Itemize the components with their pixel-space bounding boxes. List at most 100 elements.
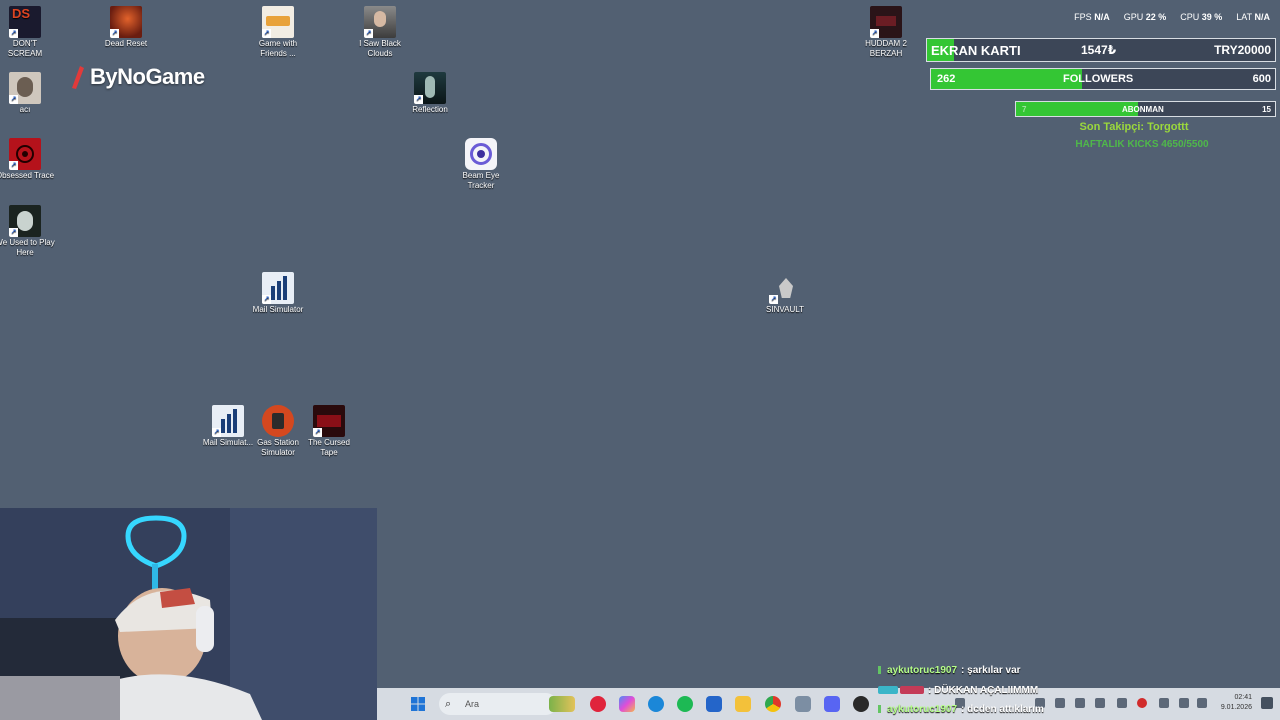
- huddam-icon: ↗: [870, 6, 902, 38]
- clock-date: 9.01.2026: [1220, 704, 1252, 711]
- cpu-stat: CPU 39 %: [1180, 12, 1223, 22]
- desktop-icon-cursed-tape[interactable]: ↗ The Cursed Tape: [299, 405, 359, 458]
- desktop-icon-label: Game with Friends ...: [258, 39, 298, 58]
- microphone-icon[interactable]: [1159, 698, 1169, 708]
- lat-stat: LAT N/A: [1236, 12, 1270, 22]
- logo-text: ByNoGame: [90, 64, 205, 89]
- chat-message: : DÜKKAN AÇALIIMMM: [878, 681, 1038, 699]
- desktop-icon-label: Mail Simulator: [252, 305, 304, 314]
- taskbar-clock[interactable]: 02:41 9.01.2026: [1221, 693, 1252, 713]
- desktop-icon-dead-reset[interactable]: ↗ Dead Reset: [96, 6, 156, 49]
- desktop-icon-reflection[interactable]: ↗ Reflection: [400, 72, 460, 115]
- desktop-icon-label: Obsessed Trace: [0, 171, 55, 180]
- tray-app-icon[interactable]: [1117, 698, 1127, 708]
- desktop-icon-label: Gas Station Simulator: [257, 438, 299, 457]
- desktop-icon-label: acı: [19, 105, 31, 114]
- desktop-icon-label: Beam Eye Tracker: [462, 171, 500, 190]
- desktop-icon-beam-eye-tracker[interactable]: Beam Eye Tracker: [451, 138, 511, 191]
- taskbar-search-box[interactable]: ⌕ Ara: [439, 693, 557, 715]
- desktop-icon-we-used-to-play-here[interactable]: ↗ We Used to Play Here: [0, 205, 55, 258]
- webcam-feed: [0, 508, 377, 720]
- chat-indicator: [878, 705, 881, 713]
- desktop-icon-label: I Saw Black Clouds: [359, 39, 401, 58]
- fps-stat: FPS N/A: [1074, 12, 1110, 22]
- chat-redacted-username: [900, 686, 924, 694]
- edge-icon[interactable]: [648, 696, 664, 712]
- mail-simulator-icon: ↗: [212, 405, 244, 437]
- desktop-icon-huddam[interactable]: ↗ HUDDAM 2 BERZAH: [856, 6, 916, 59]
- search-icon: ⌕: [445, 697, 452, 710]
- spotify-icon[interactable]: [677, 696, 693, 712]
- chat-indicator: [878, 666, 881, 674]
- copilot-icon[interactable]: [619, 696, 635, 712]
- last-follower-text: Son Takipçi: Torgottt: [1079, 121, 1189, 133]
- desktop-icon-label: Reflection: [412, 105, 448, 114]
- reflection-icon: ↗: [414, 72, 446, 104]
- followers-goal-bar: 262 FOLLOWERS 600: [930, 68, 1276, 90]
- aci-icon: ↗: [9, 72, 41, 104]
- chat-username: aykutoruc1907: [887, 664, 958, 676]
- abonman-title: ABONMAN: [1122, 104, 1164, 114]
- desktop-icon-label: HUDDAM 2 BERZAH: [865, 39, 907, 58]
- followers-title: FOLLOWERS: [1063, 73, 1134, 85]
- network-icon[interactable]: [1179, 698, 1189, 708]
- desktop-icon-sinvault[interactable]: ↗ SINVAULT: [755, 272, 815, 315]
- abonman-goal-fill: [1016, 102, 1138, 116]
- settings-gear-icon[interactable]: [795, 696, 811, 712]
- chat-badge-icon: [878, 686, 898, 694]
- gas-station-icon: [262, 405, 294, 437]
- search-placeholder: Ara: [465, 699, 480, 709]
- desktop-icon-game-with-friends[interactable]: ↗ Game with Friends ...: [248, 6, 308, 59]
- gpu-stat: GPU 22 %: [1123, 12, 1167, 22]
- discord-icon[interactable]: [824, 696, 840, 712]
- abonman-goal-bar: 7 ABONMAN 15: [1015, 101, 1276, 117]
- store-icon[interactable]: [706, 696, 722, 712]
- desktop-icon-dont-scream[interactable]: DS ↗ DON'T SCREAM: [0, 6, 55, 59]
- desktop-icon-label: We Used to Play Here: [0, 238, 55, 257]
- dead-reset-icon: ↗: [110, 6, 142, 38]
- ekran-karti-goal-bar: EKRAN KARTI 1547₺ TRY20000: [926, 38, 1276, 62]
- chat-username: aykutoruc1907: [887, 703, 958, 715]
- chat-text: : dcden attıklarım: [961, 703, 1044, 715]
- file-explorer-icon[interactable]: [735, 696, 751, 712]
- bynogame-logo: ByNoGame: [68, 62, 205, 92]
- i-saw-black-clouds-icon: ↗: [364, 6, 396, 38]
- volume-icon[interactable]: [1197, 698, 1207, 708]
- webcam-scene: [0, 508, 377, 720]
- chat-text: : DÜKKAN AÇALIIMMM: [928, 684, 1039, 696]
- desktop-icon-label: Mail Simulat...: [202, 438, 254, 447]
- notification-bell-icon[interactable]: [1261, 697, 1273, 709]
- desktop-icon-aci[interactable]: ↗ acı: [0, 72, 55, 115]
- media-player-icon[interactable]: [590, 696, 606, 712]
- windows-start-icon[interactable]: [411, 697, 425, 711]
- desktop-icon-i-saw-black-clouds[interactable]: ↗ I Saw Black Clouds: [350, 6, 410, 59]
- ekran-karti-title: EKRAN KARTI: [931, 42, 1021, 58]
- sinvault-icon: ↗: [769, 272, 801, 304]
- record-icon[interactable]: [1137, 698, 1147, 708]
- mail-simulator-icon: ↗: [262, 272, 294, 304]
- ekran-karti-target: TRY20000: [1214, 43, 1271, 57]
- abonman-target: 15: [1262, 104, 1271, 114]
- dont-scream-icon: DS ↗: [9, 6, 41, 38]
- taskbar: ⌕ Ara 02:41 9.01.2026: [377, 688, 1280, 720]
- bynogame-mark-icon: [72, 66, 84, 89]
- tray-app-icon[interactable]: [1055, 698, 1065, 708]
- weekly-kicks-text: HAFTALIK KICKS 4650/5500: [1075, 139, 1209, 150]
- ekran-karti-current: 1547₺: [1081, 43, 1117, 57]
- desktop-icon-label: SINVAULT: [766, 305, 804, 314]
- tray-app-icon[interactable]: [1075, 698, 1085, 708]
- obs-icon[interactable]: [853, 696, 869, 712]
- obsessed-trace-icon: ↗: [9, 138, 41, 170]
- desktop-icon-label: DON'T SCREAM: [7, 39, 43, 58]
- desktop-icon-label: The Cursed Tape: [308, 438, 350, 457]
- performance-stats: FPS N/A GPU 22 % CPU 39 % LAT N/A: [1074, 12, 1270, 22]
- search-highlight-icon[interactable]: [549, 696, 575, 712]
- chat-text: : şarkılar var: [961, 664, 1021, 676]
- chat-message: aykutoruc1907 : şarkılar var: [878, 661, 1021, 679]
- desktop-icon-obsessed-trace[interactable]: ↗ Obsessed Trace: [0, 138, 55, 181]
- abonman-current: 7: [1022, 104, 1027, 114]
- desktop-icon-mail-simulator[interactable]: ↗ Mail Simulator: [248, 272, 308, 315]
- clock-time: 02:41: [1234, 694, 1252, 701]
- tray-app-icon[interactable]: [1095, 698, 1105, 708]
- chrome-icon[interactable]: [765, 696, 781, 712]
